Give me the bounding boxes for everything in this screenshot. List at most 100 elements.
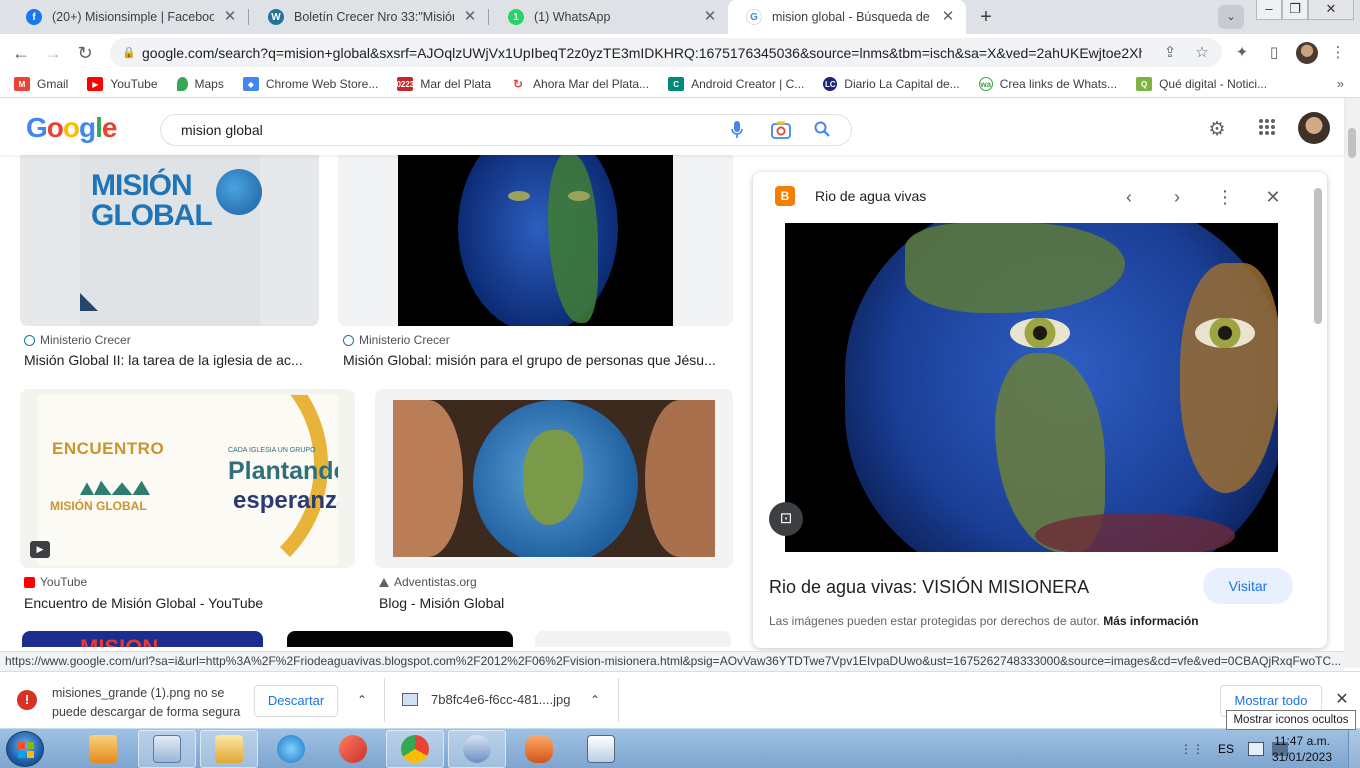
- side-panel-icon[interactable]: ▯: [1264, 43, 1284, 63]
- taskbar-media-player[interactable]: [74, 730, 132, 768]
- chevron-up-icon[interactable]: ⌃: [354, 690, 370, 710]
- search-box[interactable]: [160, 114, 852, 146]
- minimize-button[interactable]: –: [1256, 0, 1282, 20]
- download-item[interactable]: 7b8fc4e6-f6cc-481....jpg: [431, 692, 570, 707]
- close-icon[interactable]: ✕: [1334, 690, 1350, 710]
- image-result[interactable]: MISION: [20, 629, 265, 647]
- tab-search-button[interactable]: ⌄: [1218, 5, 1244, 29]
- close-window-button[interactable]: ✕: [1308, 0, 1354, 20]
- tab-google-search[interactable]: G mision global - Búsqueda de Goo ✕: [728, 0, 966, 34]
- image-result[interactable]: [535, 629, 733, 647]
- result-caption[interactable]: Misión Global: misión para el grupo de p…: [343, 352, 728, 368]
- tab-whatsapp[interactable]: 1 (1) WhatsApp ✕: [490, 0, 728, 34]
- lock-icon[interactable]: 🔒: [122, 46, 136, 59]
- bookmark-gmail[interactable]: M Gmail: [14, 77, 68, 91]
- close-icon[interactable]: ✕: [940, 9, 956, 25]
- start-button[interactable]: [6, 731, 44, 767]
- scrollbar-thumb[interactable]: [1314, 188, 1322, 324]
- forward-button[interactable]: →: [40, 40, 66, 66]
- show-desktop-button[interactable]: [1348, 729, 1360, 768]
- camera-lens-icon[interactable]: [771, 121, 791, 141]
- result-caption[interactable]: Misión Global II: la tarea de la iglesia…: [24, 352, 314, 368]
- menu-kebab-icon[interactable]: ⋮: [1328, 43, 1348, 63]
- address-bar[interactable]: 🔒 google.com/search?q=mision+global&sxsr…: [110, 38, 1222, 67]
- search-icon[interactable]: [812, 121, 832, 141]
- bookmark-star-icon[interactable]: ☆: [1192, 43, 1212, 63]
- more-info-link[interactable]: Más información: [1103, 614, 1198, 628]
- taskbar-notepad[interactable]: [572, 730, 630, 768]
- microphone-icon[interactable]: [727, 121, 747, 141]
- image-result[interactable]: [287, 629, 515, 647]
- extensions-icon[interactable]: ✦: [1232, 43, 1252, 63]
- more-options-icon[interactable]: ⋮: [1213, 185, 1237, 209]
- result-thumbnail[interactable]: [338, 155, 733, 326]
- image-result[interactable]: Adventistas.org Blog - Misión Global: [375, 389, 735, 614]
- maximize-button[interactable]: ❐: [1282, 0, 1308, 20]
- address-url[interactable]: google.com/search?q=mision+global&sxsrf=…: [142, 45, 1142, 61]
- tab-facebook[interactable]: f (20+) Misionsimple | Facebook ✕: [8, 0, 248, 34]
- close-icon[interactable]: ✕: [1261, 185, 1285, 209]
- back-button[interactable]: ←: [8, 40, 34, 66]
- taskbar-app[interactable]: [138, 730, 196, 768]
- share-icon[interactable]: ⇪: [1160, 43, 1180, 63]
- result-thumbnail[interactable]: MISIÓN GLOBAL: [20, 155, 319, 326]
- search-input[interactable]: [181, 122, 721, 138]
- tab-boletin[interactable]: W Boletín Crecer Nro 33:"Misión Glo ✕: [250, 0, 488, 34]
- taskbar-chrome[interactable]: [386, 730, 444, 768]
- image-result[interactable]: MISIÓN GLOBAL Ministerio Crecer Misión G…: [0, 155, 320, 375]
- more-bookmarks-icon[interactable]: »: [1337, 76, 1344, 91]
- result-thumbnail[interactable]: ENCUENTRO MISIÓN GLOBAL CADA IGLESIA UN …: [20, 389, 355, 568]
- taskbar-app-hand[interactable]: [510, 730, 568, 768]
- bookmark-ahora-mdp[interactable]: ↻ Ahora Mar del Plata...: [510, 77, 649, 91]
- image-result[interactable]: ENCUENTRO MISIÓN GLOBAL CADA IGLESIA UN …: [20, 389, 356, 614]
- result-caption[interactable]: Encuentro de Misión Global - YouTube: [24, 595, 354, 611]
- system-clock[interactable]: 11:47 a.m. 31/01/2023: [1262, 733, 1342, 765]
- bookmark-label: Ahora Mar del Plata...: [533, 77, 650, 91]
- visit-button[interactable]: Visitar: [1203, 568, 1293, 604]
- result-source[interactable]: Ministerio Crecer: [24, 333, 131, 347]
- scrollbar-thumb[interactable]: [1348, 128, 1356, 158]
- preview-scrollbar[interactable]: [1312, 186, 1324, 646]
- result-source[interactable]: Adventistas.org: [379, 575, 477, 589]
- result-thumbnail[interactable]: [535, 631, 731, 647]
- preview-title[interactable]: Rio de agua vivas: VISIÓN MISIONERA: [769, 577, 1089, 598]
- bookmark-android-creator[interactable]: C Android Creator | C...: [668, 77, 804, 91]
- close-icon[interactable]: ✕: [462, 9, 478, 25]
- result-thumbnail[interactable]: [287, 631, 513, 647]
- taskbar-internet-explorer[interactable]: [262, 730, 320, 768]
- chevron-up-icon[interactable]: ⌃: [587, 690, 603, 710]
- bookmark-que-digital[interactable]: Q Qué digital - Notici...: [1136, 77, 1267, 91]
- language-indicator[interactable]: ES: [1218, 742, 1234, 756]
- preview-site-name[interactable]: Rio de agua vivas: [815, 188, 926, 204]
- result-caption[interactable]: Blog - Misión Global: [379, 595, 734, 611]
- discard-button[interactable]: Descartar: [254, 685, 338, 717]
- profile-avatar[interactable]: [1296, 42, 1318, 64]
- next-icon[interactable]: ›: [1165, 185, 1189, 209]
- result-thumbnail[interactable]: MISION: [22, 631, 263, 647]
- google-logo[interactable]: Google: [26, 112, 117, 144]
- bookmark-chrome-web-store[interactable]: ◆ Chrome Web Store...: [242, 77, 378, 91]
- bookmark-mar-del-plata[interactable]: 0223 Mar del Plata: [396, 77, 491, 91]
- result-thumbnail[interactable]: [375, 389, 733, 568]
- settings-gear-icon[interactable]: ⚙: [1205, 118, 1229, 142]
- apps-grid-icon[interactable]: [1255, 118, 1279, 142]
- bookmark-maps[interactable]: Maps: [176, 77, 224, 91]
- preview-image[interactable]: [785, 223, 1278, 552]
- bookmark-diario-la-capital[interactable]: LC Diario La Capital de...: [823, 77, 960, 91]
- account-avatar[interactable]: [1298, 112, 1330, 144]
- result-source[interactable]: YouTube: [24, 575, 87, 589]
- reload-button[interactable]: ↻: [72, 40, 98, 66]
- previous-icon[interactable]: ‹: [1117, 185, 1141, 209]
- taskbar-app-shield[interactable]: [448, 730, 506, 768]
- bookmark-crea-links-whatsapp[interactable]: wa Crea links de Whats...: [978, 77, 1117, 91]
- taskbar-explorer[interactable]: [200, 730, 258, 768]
- close-icon[interactable]: ✕: [222, 9, 238, 25]
- taskbar-app-red[interactable]: [324, 730, 382, 768]
- close-icon[interactable]: ✕: [702, 9, 718, 25]
- page-scrollbar[interactable]: [1344, 98, 1360, 668]
- bookmark-youtube[interactable]: ▶ YouTube: [87, 77, 158, 91]
- result-source[interactable]: Ministerio Crecer: [343, 333, 450, 347]
- image-result[interactable]: Ministerio Crecer Misión Global: misión …: [338, 155, 738, 375]
- lens-search-icon[interactable]: ⊡: [769, 502, 803, 536]
- new-tab-button[interactable]: +: [974, 5, 998, 29]
